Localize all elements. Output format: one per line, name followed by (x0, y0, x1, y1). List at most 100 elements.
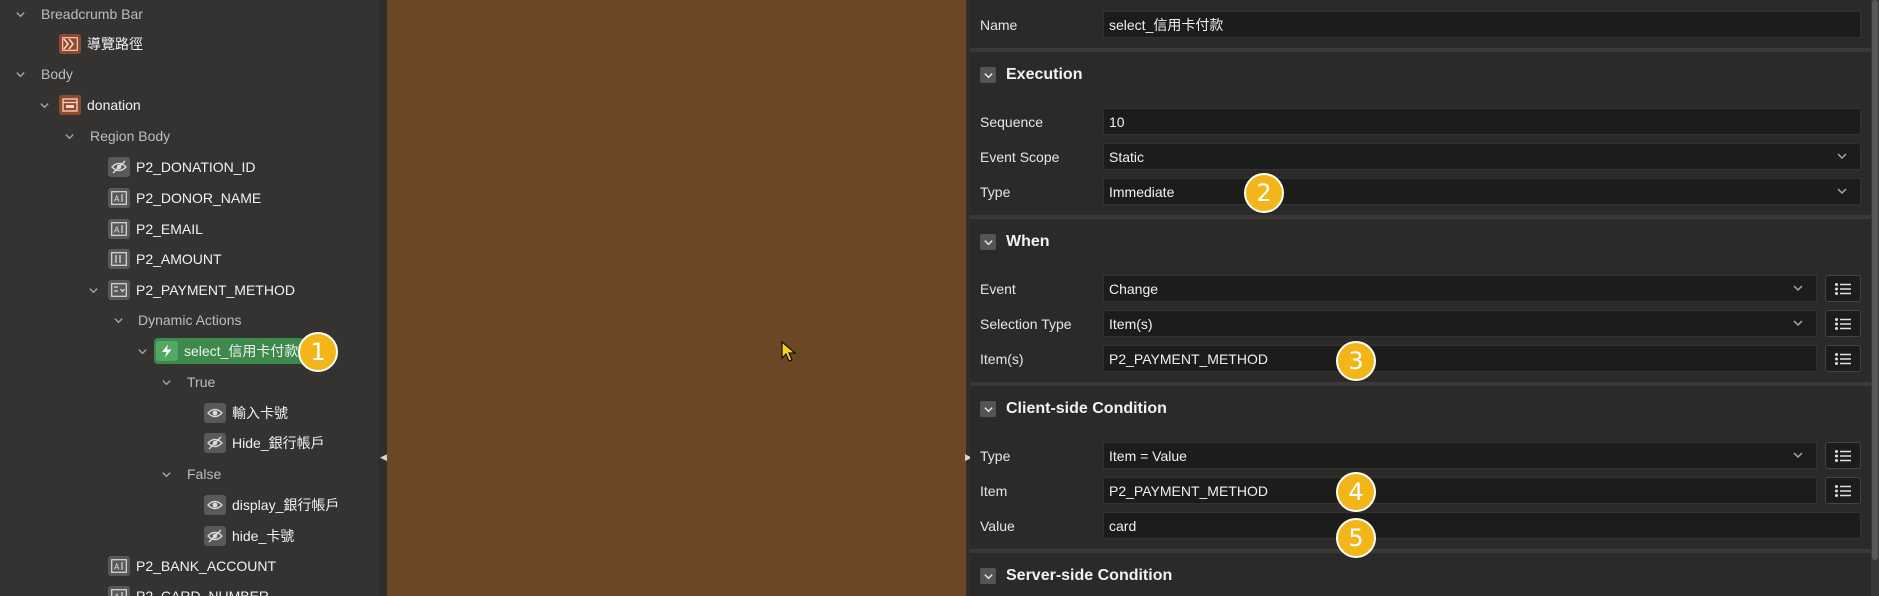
tree-node-breadcrumb-item[interactable]: 導覽路徑 (59, 30, 143, 58)
tree-node-item[interactable]: P2_PAYMENT_METHOD (108, 276, 295, 304)
show-eye-icon (204, 495, 226, 515)
collapse-left-arrow-icon[interactable]: ◀ (380, 452, 387, 463)
tree-node-item[interactable]: P2_DONATION_ID (108, 153, 256, 181)
tree-node-item[interactable]: P2_CARD_NUMBER (108, 582, 269, 596)
mouse-cursor-icon (781, 341, 797, 362)
tree-node-region-donation[interactable]: donation (59, 91, 141, 119)
lightning-icon (156, 341, 178, 361)
list-of-values-button[interactable] (1825, 477, 1861, 504)
collapse-chevron-icon[interactable] (60, 122, 78, 150)
property-label: Item (980, 482, 1008, 499)
callout-badge: 3 (1336, 341, 1376, 381)
scrollbar-thumb[interactable] (1872, 0, 1878, 560)
collapse-toggle-icon[interactable] (980, 568, 996, 584)
property-label: Type (980, 183, 1011, 200)
group-header-when[interactable]: When (970, 219, 1871, 265)
tree-node-region-body[interactable]: Region Body (90, 122, 170, 150)
tree-node-item[interactable]: P2_DONOR_NAME (108, 184, 261, 212)
tree-node-action[interactable]: display_銀行帳戶 (204, 491, 339, 519)
condition-type-select[interactable]: Item = Value (1103, 442, 1817, 469)
group-header-client-side-condition[interactable]: Client-side Condition (970, 386, 1871, 432)
tree-node-action[interactable]: Hide_銀行帳戶 (204, 429, 325, 457)
property-event-scope: Event Scope Static (970, 139, 1871, 174)
property-condition-type: Type Item = Value (970, 438, 1871, 473)
property-condition-item: Item P2_PAYMENT_METHOD (970, 473, 1871, 508)
tree-node-item[interactable]: P2_EMAIL (108, 215, 203, 243)
tree-node-body[interactable]: Body (41, 60, 73, 88)
group-header-execution[interactable]: Execution (970, 52, 1871, 98)
text-field-icon (108, 556, 130, 576)
collapse-chevron-icon[interactable] (157, 368, 175, 396)
left-splitter[interactable]: ◀ (379, 0, 387, 596)
property-selection-type: Selection Type Item(s) (970, 306, 1871, 341)
quick-pick-list-button[interactable] (1825, 442, 1861, 469)
collapse-chevron-icon[interactable] (11, 60, 29, 88)
callout-badge: 1 (298, 332, 338, 372)
property-label: Sequence (980, 113, 1044, 130)
component-tree: Breadcrumb Bar 導覽路徑 Body donation Region… (0, 0, 379, 596)
tree-node-action[interactable]: 輸入卡號 (204, 399, 288, 427)
tree-node-item[interactable]: P2_BANK_ACCOUNT (108, 552, 276, 580)
property-condition-value: Value card (970, 508, 1871, 543)
collapse-chevron-icon[interactable] (84, 276, 102, 304)
event-scope-select[interactable]: Static (1103, 143, 1861, 170)
execution-type-select[interactable]: Immediate (1103, 178, 1861, 205)
collapse-chevron-icon[interactable] (11, 0, 29, 28)
property-sequence: Sequence 10 (970, 104, 1871, 139)
list-icon (1834, 317, 1852, 331)
list-icon (1834, 449, 1852, 463)
chevron-down-icon (1836, 150, 1848, 162)
property-label: Selection Type (980, 315, 1072, 332)
layout-canvas[interactable] (387, 0, 966, 596)
property-label: Event Scope (980, 148, 1060, 165)
collapse-toggle-icon[interactable] (980, 234, 996, 250)
property-label: Event (980, 280, 1016, 297)
property-label: Item(s) (980, 350, 1024, 367)
collapse-chevron-icon[interactable] (35, 91, 53, 119)
text-field-icon (108, 188, 130, 208)
property-editor: Name select_信用卡付款 Execution Sequence 10 … (970, 0, 1871, 596)
quick-pick-list-button[interactable] (1825, 310, 1861, 337)
list-icon (1834, 484, 1852, 498)
collapse-chevron-icon[interactable] (133, 337, 151, 365)
tree-node-dynamic-actions[interactable]: Dynamic Actions (138, 306, 241, 334)
condition-value-input[interactable]: card (1103, 512, 1861, 539)
property-items: Item(s) P2_PAYMENT_METHOD (970, 341, 1871, 376)
chevron-down-icon (1836, 185, 1848, 197)
callout-badge: 4 (1336, 472, 1376, 512)
text-field-icon (108, 586, 130, 596)
chevron-down-icon (1792, 317, 1804, 329)
quick-pick-list-button[interactable] (1825, 275, 1861, 302)
list-icon (1834, 282, 1852, 296)
name-input[interactable]: select_信用卡付款 (1103, 11, 1861, 38)
sequence-input[interactable]: 10 (1103, 108, 1861, 135)
chevron-down-icon (1792, 449, 1804, 461)
property-name: Name select_信用卡付款 (970, 7, 1871, 42)
property-type: Type Immediate (970, 174, 1871, 209)
collapse-toggle-icon[interactable] (980, 67, 996, 83)
number-field-icon (108, 249, 130, 269)
tree-node-true-branch[interactable]: True (187, 368, 215, 396)
selection-type-select[interactable]: Item(s) (1103, 310, 1817, 337)
list-of-values-button[interactable] (1825, 345, 1861, 372)
tree-node-breadcrumb-bar[interactable]: Breadcrumb Bar (41, 0, 143, 28)
show-eye-icon (204, 403, 226, 423)
property-event: Event Change (970, 271, 1871, 306)
event-select[interactable]: Change (1103, 275, 1817, 302)
tree-node-item[interactable]: P2_AMOUNT (108, 245, 222, 273)
condition-item-input[interactable]: P2_PAYMENT_METHOD (1103, 477, 1817, 504)
collapse-chevron-icon[interactable] (109, 306, 127, 334)
selected-highlight: select_信用卡付款 (154, 338, 305, 364)
property-label: Type (980, 447, 1011, 464)
tree-node-selected-dynamic-action[interactable]: select_信用卡付款 (154, 337, 305, 365)
tree-node-false-branch[interactable]: False (187, 460, 221, 488)
group-header-server-side-condition[interactable]: Server-side Condition (970, 553, 1871, 596)
items-input[interactable]: P2_PAYMENT_METHOD (1103, 345, 1817, 372)
breadcrumb-region-icon (59, 34, 81, 54)
select-list-icon (108, 280, 130, 300)
collapse-toggle-icon[interactable] (980, 401, 996, 417)
tree-node-action[interactable]: hide_卡號 (204, 522, 294, 550)
hide-eye-icon (204, 526, 226, 546)
text-field-icon (108, 219, 130, 239)
collapse-chevron-icon[interactable] (157, 460, 175, 488)
